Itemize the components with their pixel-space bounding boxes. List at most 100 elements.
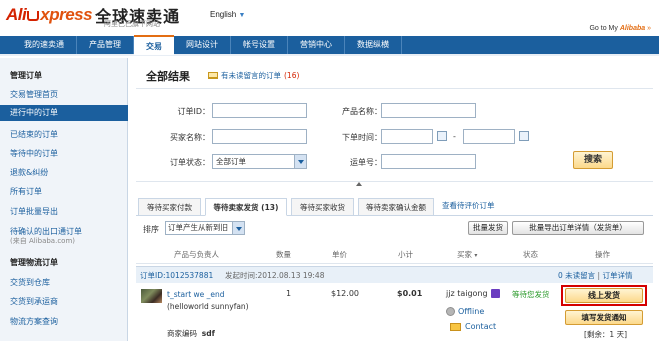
order-id-link[interactable]: 订单ID:1012537881 [140, 270, 213, 281]
product-thumbnail[interactable] [141, 289, 162, 303]
unread-message-link[interactable]: 0 未读留言 [558, 271, 595, 280]
order-unit-price: $12.00 [331, 289, 359, 298]
order-status-value: 全部订单 [216, 157, 246, 166]
envelope-icon [450, 322, 461, 331]
chevron-down-icon: ▼ [238, 12, 246, 19]
time-separator: - [453, 132, 456, 141]
order-time-end-input[interactable] [463, 129, 515, 144]
nav-product-management[interactable]: 产品管理 [77, 36, 134, 54]
sidebar-item-finished-orders[interactable]: 已结束的订单 [0, 129, 128, 140]
buyer-badge-icon [490, 289, 500, 298]
goto-my-alibaba-link[interactable]: Go to My Alibaba » [589, 25, 651, 32]
col-status: 状态 [523, 250, 538, 259]
order-status-label: 订单状态： [170, 158, 210, 167]
sidebar-section-manage-orders: 管理订单 [10, 71, 42, 80]
order-links: 0 未读留言 | 订单详情 [558, 270, 632, 281]
chevron-down-icon [232, 222, 244, 234]
sidebar-item-orders-in-progress[interactable]: 进行中的订单 [0, 105, 128, 121]
tab-awaiting-shipment[interactable]: 等待卖家发货 (13) [205, 198, 287, 216]
order-time-start-input[interactable] [381, 129, 433, 144]
order-detail-link[interactable]: 订单详情 [602, 271, 632, 280]
sidebar-item-logistics-lookup[interactable]: 物流方案查询 [0, 316, 128, 327]
sidebar-item-trade-home[interactable]: 交易管理首页 [0, 89, 128, 100]
sort-label: 排序 [143, 225, 159, 234]
buyer-name-label: 买家名称： [170, 133, 210, 142]
order-quantity: 1 [286, 289, 292, 298]
sidebar-item-deliver-to-warehouse[interactable]: 交货到仓库 [0, 277, 128, 288]
tab-awaiting-amount-confirm[interactable]: 等待卖家确认金额 [358, 198, 434, 216]
nav-data[interactable]: 数据纵横 [345, 36, 402, 54]
calendar-icon[interactable] [519, 131, 529, 141]
logo-wordmark: Ali xpress [6, 5, 93, 24]
product-name-label: 产品名称： [342, 107, 382, 116]
order-status-select[interactable]: 全部订单 [212, 154, 307, 169]
bulk-export-button[interactable]: 批量导出订单详情（发货单） [512, 221, 644, 235]
col-actions: 操作 [595, 250, 610, 259]
merchant-code: 商家编码 sdf [167, 329, 215, 338]
nav-trade[interactable]: 交易 [134, 35, 174, 55]
table-header: 产品与负责人 数量 单价 小计 买家 ▾ 状态 操作 [136, 244, 653, 264]
buyer-status-text: Offline [458, 307, 485, 316]
col-buyer[interactable]: 买家 ▾ [457, 249, 477, 260]
col-subtotal: 小计 [398, 250, 413, 259]
sort-select[interactable]: 订单产生从新到旧 [165, 221, 245, 235]
main-nav: 我的速卖通 产品管理 交易 网站设计 帐号设置 营销中心 数据纵横 [0, 35, 659, 56]
contact-buyer-link[interactable]: Contact [450, 322, 496, 331]
bulk-ship-button[interactable]: 批量发货 [468, 221, 508, 235]
order-id-input[interactable] [212, 103, 307, 118]
unread-messages-text: 有未读留言的订单 [221, 71, 281, 80]
unread-messages-count: (16) [284, 71, 300, 80]
link-separator: | [597, 271, 601, 280]
logo-subtitle: 阿里巴巴旗下网站 [104, 20, 160, 28]
col-quantity: 数量 [276, 250, 291, 259]
collapse-arrow-icon[interactable] [356, 179, 362, 186]
sidebar-item-all-orders[interactable]: 所有订单 [0, 186, 128, 197]
order-status-tabs: 等待买家付款 等待卖家发货 (13) 等待买家收货 等待卖家确认金额 查看待评价… [136, 196, 653, 216]
unread-messages-link[interactable]: 有未读留言的订单 (16) [208, 70, 299, 81]
contact-text: Contact [465, 322, 497, 331]
buyer-online-status: Offline [446, 307, 484, 316]
sidebar-section-logistics: 管理物流订单 [10, 258, 58, 267]
buyer-name: jjz taigong [446, 289, 488, 298]
search-button[interactable]: 搜索 [573, 151, 613, 169]
nav-account-settings[interactable]: 帐号设置 [231, 36, 288, 54]
order-time-label: 下单时间： [342, 133, 382, 142]
sidebar-item-source-note: (来自 Alibaba.com) [10, 237, 76, 245]
envelope-icon [208, 72, 218, 79]
order-status: 等待您发货 [512, 290, 550, 299]
nav-site-design[interactable]: 网站设计 [174, 36, 231, 54]
remaining-time: [剩余：1 天] [584, 330, 628, 339]
online-ship-button[interactable]: 线上发货 [565, 288, 643, 303]
sort-value: 订单产生从新到旧 [168, 223, 228, 232]
calendar-icon[interactable] [437, 131, 447, 141]
product-name-input[interactable] [381, 103, 476, 118]
tab-awaiting-payment[interactable]: 等待买家付款 [138, 198, 201, 216]
chevron-down-icon [294, 155, 306, 168]
sidebar: 管理订单 交易管理首页 进行中的订单 已结束的订单 等待中的订单 退款&纠纷 所… [0, 58, 128, 341]
order-subtotal: $0.01 [397, 289, 423, 298]
tab-awaiting-receipt[interactable]: 等待买家收货 [291, 198, 354, 216]
cart-icon [27, 11, 40, 21]
order-id-label: 订单ID： [177, 107, 210, 116]
order-created-time: 发起时间:2012.08.13 19:48 [225, 271, 325, 280]
nav-my-aliexpress[interactable]: 我的速卖通 [12, 36, 77, 54]
language-selector[interactable]: English ▼ [210, 10, 245, 19]
buyer-name-input[interactable] [212, 129, 307, 144]
sort-caret-icon: ▾ [474, 252, 478, 259]
offline-status-icon [446, 307, 455, 316]
sidebar-item-deliver-to-carrier[interactable]: 交货到承运商 [0, 296, 128, 307]
product-link[interactable]: t_start we _end [167, 290, 225, 299]
product-owner-text: (helloworld sunnyfan) [167, 302, 249, 311]
view-pending-reviews-link[interactable]: 查看待评价订单 [442, 200, 495, 211]
waybill-label: 运单号： [350, 158, 382, 167]
nav-marketing-center[interactable]: 营销中心 [288, 36, 345, 54]
shipping-notice-button[interactable]: 填写发货通知 [565, 310, 643, 325]
sidebar-item-bulk-export[interactable]: 订单批量导出 [0, 206, 128, 217]
waybill-input[interactable] [381, 154, 476, 169]
sidebar-item-pending-orders[interactable]: 等待中的订单 [0, 148, 128, 159]
col-unit-price: 单价 [332, 250, 347, 259]
buyer-name-link[interactable]: jjz taigong [446, 289, 500, 298]
sidebar-item-refunds-disputes[interactable]: 退款&纠纷 [0, 167, 128, 178]
col-product: 产品与负责人 [174, 250, 219, 259]
page-title: 全部结果 [146, 70, 190, 83]
